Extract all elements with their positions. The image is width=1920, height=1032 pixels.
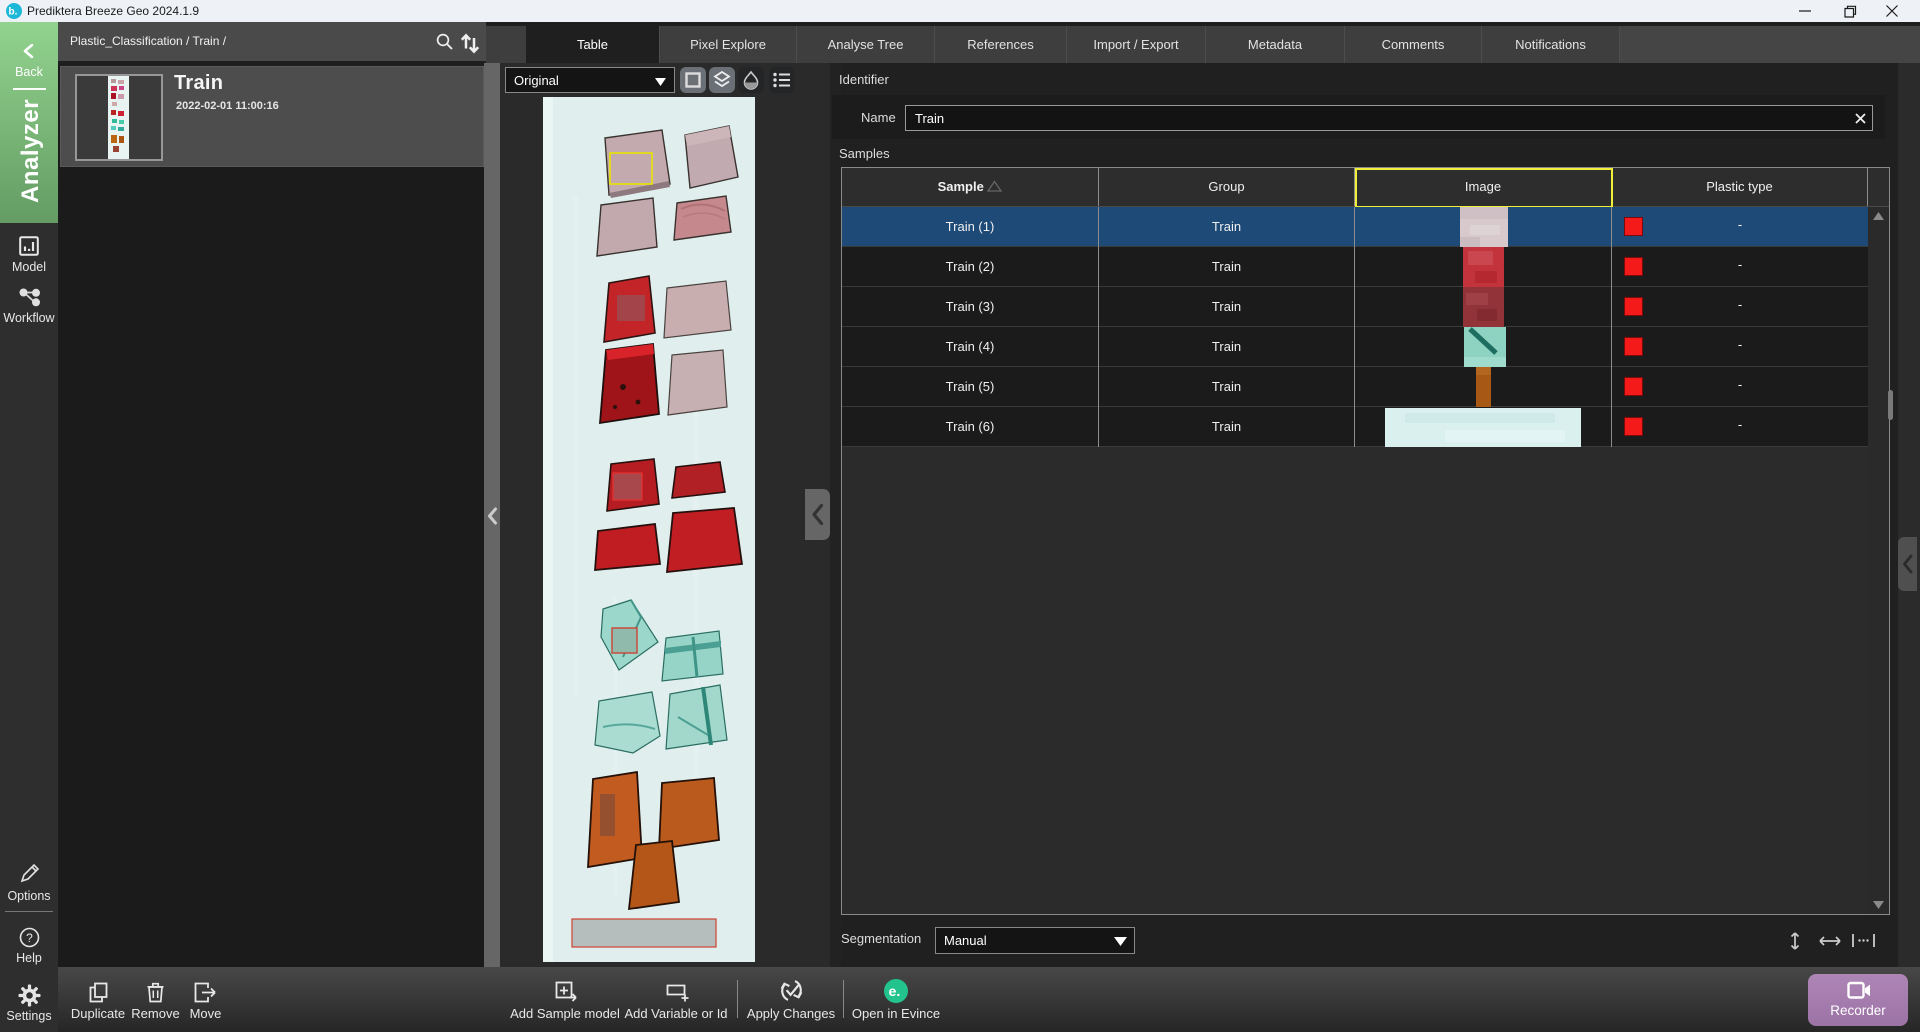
svg-text:e.: e. (888, 984, 900, 1000)
svg-text:b.: b. (9, 7, 18, 18)
svg-text:?: ? (26, 931, 33, 945)
